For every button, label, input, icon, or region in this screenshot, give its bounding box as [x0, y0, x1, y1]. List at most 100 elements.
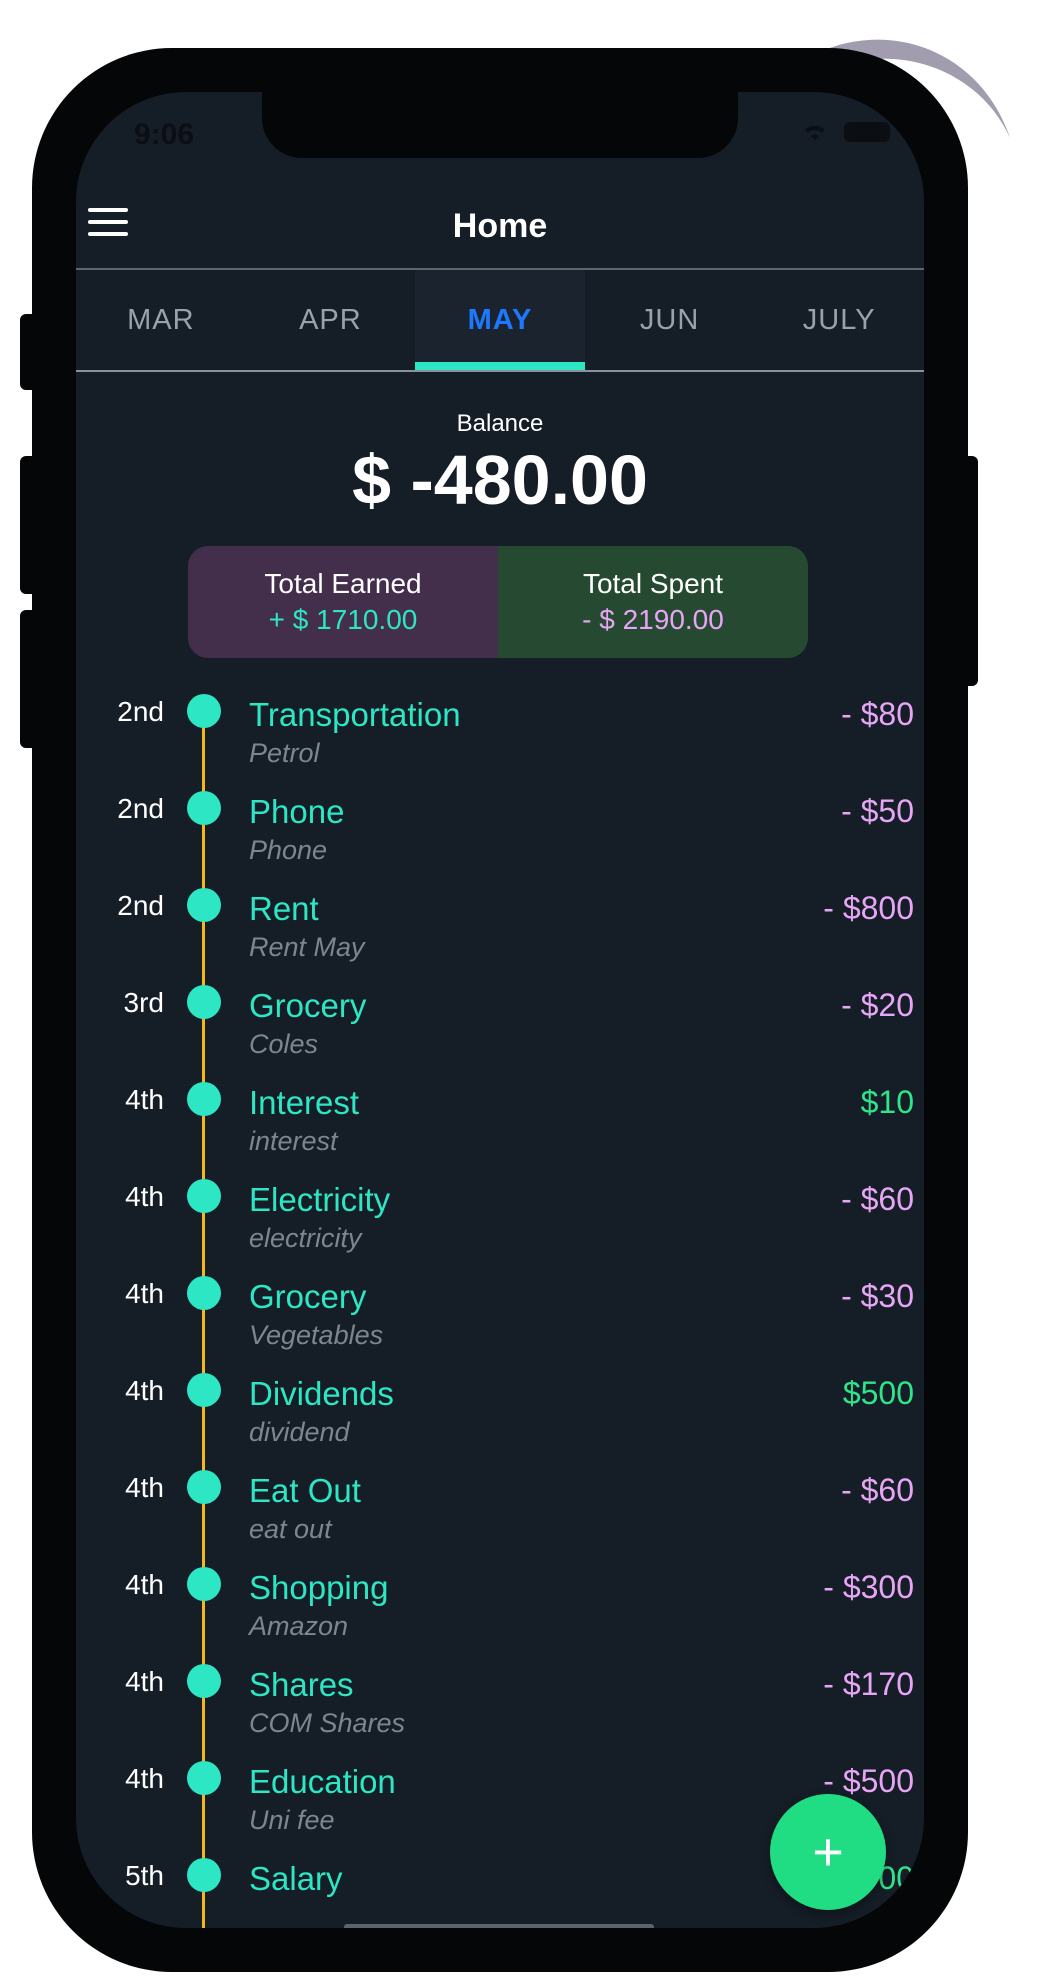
- tab-apr[interactable]: APR: [246, 270, 416, 370]
- tab-may[interactable]: MAY: [415, 270, 585, 370]
- notch: [262, 92, 738, 158]
- add-transaction-button[interactable]: +: [770, 1794, 886, 1910]
- divider: [76, 370, 924, 372]
- status-icons: [800, 122, 890, 142]
- transaction-note: Phone: [249, 835, 328, 865]
- timeline-dot: [187, 1276, 221, 1310]
- transaction-row[interactable]: 4th Shares COM Shares - $170: [76, 1652, 924, 1749]
- balance-value: $ -480.00: [352, 441, 648, 519]
- transaction-note: Coles: [249, 1029, 319, 1059]
- transaction-category: Dividends: [249, 1375, 394, 1412]
- transaction-row[interactable]: 2nd Phone Phone - $50: [76, 779, 924, 876]
- transaction-note: Uni fee: [249, 1805, 335, 1835]
- timeline-dot: [187, 694, 221, 728]
- transaction-category: Grocery: [249, 1278, 367, 1315]
- transaction-category: Education: [249, 1763, 396, 1800]
- transaction-row[interactable]: 4th Electricity electricity - $60: [76, 1167, 924, 1264]
- timeline-dot: [187, 985, 221, 1019]
- transaction-amount: - $60: [841, 1472, 914, 1508]
- transaction-amount: - $800: [823, 890, 914, 926]
- transaction-day: 3rd: [123, 987, 164, 1018]
- transaction-day: 2nd: [117, 793, 164, 824]
- timeline-dot: [187, 1567, 221, 1601]
- timeline-dot: [187, 1373, 221, 1407]
- transaction-category: Eat Out: [249, 1472, 361, 1509]
- transaction-day: 4th: [125, 1375, 164, 1406]
- transaction-day: 4th: [125, 1472, 164, 1503]
- transaction-amount: - $50: [841, 793, 914, 829]
- tab-jun[interactable]: JUN: [585, 270, 755, 370]
- status-time: 9:06: [134, 118, 195, 151]
- transaction-row[interactable]: 4th Grocery Vegetables - $30: [76, 1264, 924, 1361]
- total-earned-box: Total Earned + $ 1710.00: [188, 546, 498, 658]
- transaction-day: 4th: [125, 1569, 164, 1600]
- hamburger-menu-icon[interactable]: [88, 208, 128, 242]
- transaction-row[interactable]: 4th Shopping Amazon - $300: [76, 1555, 924, 1652]
- timeline-dot: [187, 1761, 221, 1795]
- transaction-amount: - $20: [841, 987, 914, 1023]
- transaction-category: Grocery: [249, 987, 367, 1024]
- transaction-row[interactable]: 2nd Rent Rent May - $800: [76, 876, 924, 973]
- transaction-day: 4th: [125, 1181, 164, 1212]
- wifi-icon: [805, 125, 825, 140]
- timeline-dot: [187, 1179, 221, 1213]
- side-button: [20, 610, 42, 748]
- transaction-note: eat out: [249, 1514, 332, 1544]
- transaction-note: Rent May: [249, 932, 365, 962]
- tab-mar[interactable]: MAR: [76, 270, 246, 370]
- transaction-category: Electricity: [249, 1181, 391, 1218]
- total-spent-box: Total Spent - $ 2190.00: [498, 546, 808, 658]
- total-earned-label: Total Earned: [264, 568, 422, 599]
- transaction-category: Phone: [249, 793, 345, 830]
- total-earned-value: + $ 1710.00: [268, 604, 418, 635]
- transaction-day: 5th: [125, 1860, 164, 1891]
- transaction-amount: - $80: [841, 696, 914, 732]
- transaction-amount: $500: [842, 1375, 914, 1411]
- transaction-category: Interest: [249, 1084, 360, 1121]
- transaction-note: COM Shares: [249, 1708, 406, 1738]
- transaction-day: 4th: [125, 1763, 164, 1794]
- timeline-dot: [187, 1858, 221, 1892]
- transaction-day: 2nd: [117, 890, 164, 921]
- transaction-day: 2nd: [117, 696, 164, 727]
- transaction-row[interactable]: 3rd Grocery Coles - $20: [76, 973, 924, 1070]
- transaction-note: electricity: [249, 1223, 362, 1253]
- page-title: Home: [452, 206, 548, 245]
- tab-july[interactable]: JULY: [754, 270, 924, 370]
- timeline-dot: [187, 1664, 221, 1698]
- timeline-dot: [187, 1470, 221, 1504]
- transaction-note: dividend: [249, 1417, 350, 1447]
- transaction-category: Shares: [249, 1666, 354, 1703]
- transaction-amount: - $30: [841, 1278, 914, 1314]
- transaction-note: Amazon: [249, 1611, 349, 1641]
- transaction-category: Shopping: [249, 1569, 389, 1606]
- app-screen: 9:06 Home MAR APR MAY JUN JULY Balance $…: [76, 92, 924, 1928]
- transaction-note: Vegetables: [249, 1320, 384, 1350]
- home-indicator: [344, 1924, 654, 1928]
- side-button: [20, 314, 42, 390]
- transaction-day: 4th: [125, 1666, 164, 1697]
- balance-label: Balance: [456, 410, 544, 437]
- transaction-row[interactable]: 4th Dividends dividend $500: [76, 1361, 924, 1458]
- transaction-note: Petrol: [249, 738, 320, 768]
- timeline-dot: [187, 1082, 221, 1116]
- transaction-amount: $10: [860, 1084, 914, 1120]
- transaction-amount: - $60: [841, 1181, 914, 1217]
- transaction-category: Salary: [249, 1860, 343, 1897]
- timeline-dot: [187, 888, 221, 922]
- transaction-row[interactable]: 4th Interest interest $10: [76, 1070, 924, 1167]
- total-spent-value: - $ 2190.00: [582, 604, 724, 635]
- side-button: [20, 456, 42, 594]
- app-header: Home: [76, 188, 924, 264]
- transaction-row[interactable]: 2nd Transportation Petrol - $80: [76, 682, 924, 779]
- battery-icon: [844, 122, 890, 142]
- transaction-category: Transportation: [249, 696, 461, 733]
- transaction-note: interest: [249, 1126, 338, 1156]
- transaction-amount: - $300: [823, 1569, 914, 1605]
- transaction-amount: - $170: [823, 1666, 914, 1702]
- transaction-row[interactable]: 4th Eat Out eat out - $60: [76, 1458, 924, 1555]
- total-spent-label: Total Spent: [582, 568, 724, 599]
- side-button: [956, 456, 978, 686]
- transaction-day: 4th: [125, 1278, 164, 1309]
- month-tabs: MAR APR MAY JUN JULY: [76, 270, 924, 370]
